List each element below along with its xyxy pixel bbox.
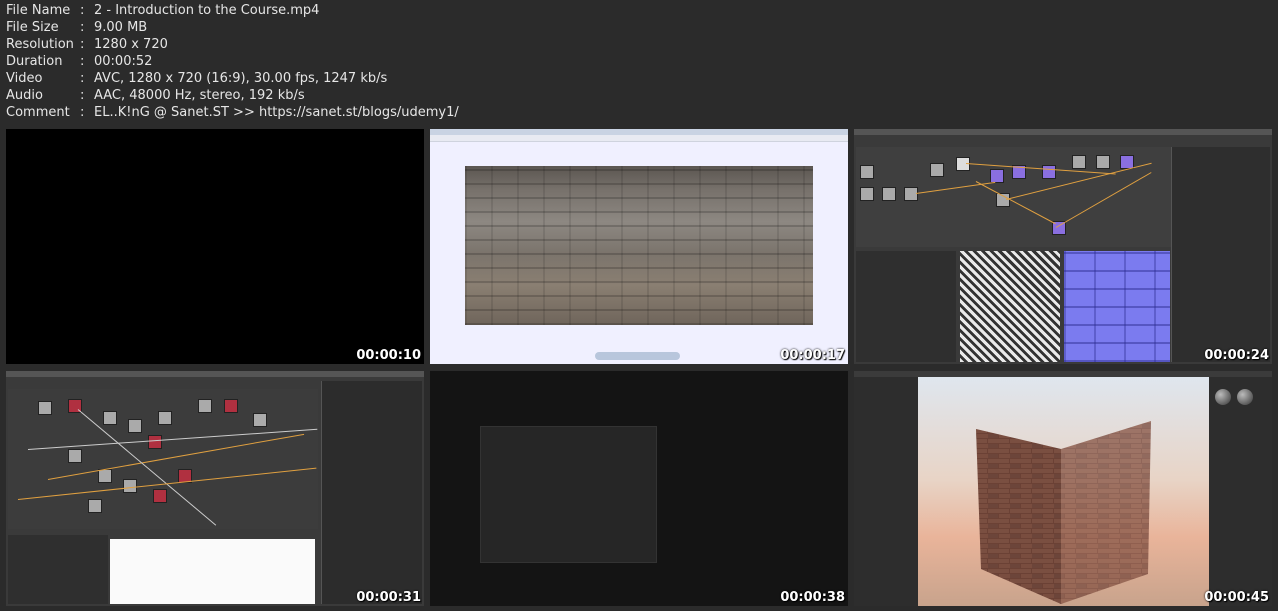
meta-row-comment: Comment : EL..K!nG @ Sanet.ST >> https:/…: [6, 104, 459, 121]
app-title-bar: [6, 371, 424, 377]
meta-value: EL..K!nG @ Sanet.ST >> https://sanet.st/…: [94, 105, 459, 120]
material-ball: [1215, 389, 1231, 405]
timestamp: 00:00:10: [356, 348, 421, 363]
properties-panel: [1171, 147, 1270, 362]
meta-separator: :: [80, 54, 85, 69]
timestamp: 00:00:45: [1204, 590, 1269, 605]
viewer-menu-bar: [430, 135, 848, 142]
stone-wall-photo: [465, 166, 813, 325]
viewer-controls: [595, 352, 680, 360]
file-metadata: File Name : 2 - Introduction to the Cour…: [6, 2, 459, 121]
meta-row-file-name: File Name : 2 - Introduction to the Cour…: [6, 2, 459, 19]
meta-key: File Size: [6, 20, 59, 35]
meta-row-resolution: Resolution : 1280 x 720: [6, 36, 459, 53]
meta-value: 2 - Introduction to the Course.mp4: [94, 3, 320, 18]
meta-key: Duration: [6, 54, 63, 69]
right-panel: [1209, 377, 1272, 606]
2d-view: [110, 539, 315, 604]
normal-map-view: [1064, 251, 1170, 362]
timestamp: 00:00:17: [780, 348, 845, 363]
node-graph: [8, 389, 318, 529]
node-graph: [856, 147, 1171, 247]
app-title-bar: [854, 129, 1272, 135]
meta-value: 1280 x 720: [94, 37, 168, 52]
timestamp: 00:00:38: [780, 590, 845, 605]
meta-key: Comment: [6, 105, 70, 120]
meta-value: AAC, 48000 Hz, stereo, 192 kb/s: [94, 88, 305, 103]
meta-row-file-size: File Size : 9.00 MB: [6, 19, 459, 36]
library-panel: [8, 535, 108, 604]
meta-separator: :: [80, 105, 85, 120]
meta-key: File Name: [6, 3, 71, 18]
thumbnail-6[interactable]: 00:00:45: [854, 371, 1272, 606]
material-ball: [1237, 389, 1253, 405]
properties-panel: [321, 381, 422, 604]
thumbnail-5[interactable]: 00:00:38: [430, 371, 848, 606]
thumbnail-4[interactable]: 00:00:31: [6, 371, 424, 606]
meta-value: 9.00 MB: [94, 20, 148, 35]
meta-key: Audio: [6, 88, 43, 103]
meta-row-video: Video : AVC, 1280 x 720 (16:9), 30.00 fp…: [6, 70, 459, 87]
meta-row-duration: Duration : 00:00:52: [6, 53, 459, 70]
meta-value: AVC, 1280 x 720 (16:9), 30.00 fps, 1247 …: [94, 71, 388, 86]
thumbnail-2[interactable]: 00:00:17: [430, 129, 848, 364]
dimmed-window: [480, 426, 657, 563]
texture-thumbnails: [960, 251, 1060, 362]
meta-separator: :: [80, 71, 85, 86]
thumbnail-1[interactable]: 00:00:10: [6, 129, 424, 364]
meta-separator: :: [80, 3, 85, 18]
meta-key: Video: [6, 71, 43, 86]
meta-separator: :: [80, 20, 85, 35]
meta-value: 00:00:52: [94, 54, 153, 69]
meta-row-audio: Audio : AAC, 48000 Hz, stereo, 192 kb/s: [6, 87, 459, 104]
library-panel: [856, 251, 956, 362]
meta-separator: :: [80, 88, 85, 103]
meta-key: Resolution: [6, 37, 74, 52]
brick-cube: [976, 421, 1151, 604]
left-panel: [854, 377, 918, 606]
timestamp: 00:00:31: [356, 590, 421, 605]
meta-separator: :: [80, 37, 85, 52]
3d-viewport: [918, 377, 1209, 606]
timestamp: 00:00:24: [1204, 348, 1269, 363]
thumbnail-grid: 00:00:10 00:00:17 00:00:24 00:00:31 00:0…: [6, 129, 1272, 606]
thumbnail-3[interactable]: 00:00:24: [854, 129, 1272, 364]
